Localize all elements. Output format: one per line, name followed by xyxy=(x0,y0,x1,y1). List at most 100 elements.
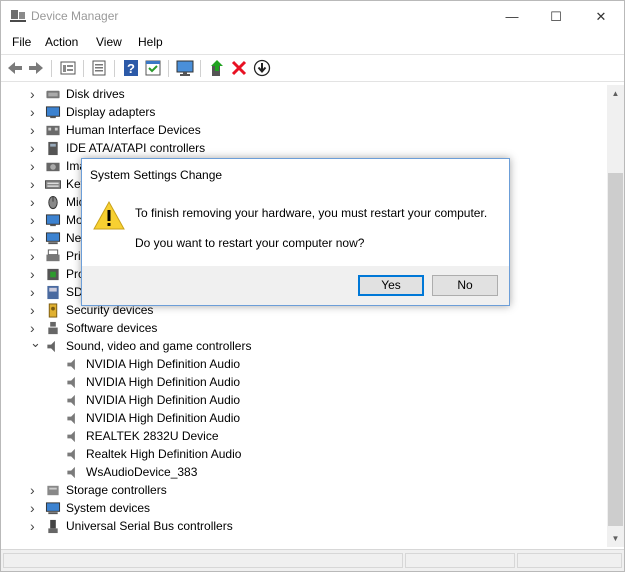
keyboard-icon xyxy=(45,180,61,189)
properties-icon[interactable] xyxy=(59,59,77,77)
dialog-message-restart: To finish removing your hardware, you mu… xyxy=(135,206,488,220)
vertical-scrollbar[interactable]: ▲ ▼ xyxy=(607,85,624,547)
chevron-right-icon[interactable]: › xyxy=(30,158,40,174)
scroll-up-icon[interactable]: ▲ xyxy=(607,85,624,102)
chevron-right-icon[interactable]: › xyxy=(30,284,40,300)
close-button[interactable]: ✕ xyxy=(578,1,624,32)
processor-icon xyxy=(47,268,59,281)
tree-item-label: Universal Serial Bus controllers xyxy=(66,519,233,533)
sd-icon xyxy=(47,285,59,300)
speaker-icon xyxy=(67,466,75,479)
tree-category[interactable]: › Storage controllers xyxy=(1,482,601,500)
storage-icon xyxy=(47,485,59,496)
hid-icon xyxy=(46,125,60,136)
chevron-right-icon[interactable]: › xyxy=(30,104,40,120)
usb-icon xyxy=(48,519,58,534)
menu-view[interactable]: View xyxy=(96,35,122,49)
chevron-right-icon[interactable]: › xyxy=(30,140,40,156)
menu-action[interactable]: Action xyxy=(45,35,78,49)
speaker-icon xyxy=(67,448,75,461)
toolbar-separator xyxy=(51,60,52,77)
dialog-title: System Settings Change xyxy=(90,168,223,182)
help-icon[interactable]: ? xyxy=(122,59,140,77)
update-list-icon[interactable] xyxy=(90,59,108,77)
scroll-down-icon[interactable]: ▼ xyxy=(607,530,624,547)
dialog-button-bar: Yes No xyxy=(82,266,509,305)
chevron-right-icon[interactable]: › xyxy=(30,122,40,138)
tree-item-label: Realtek High Definition Audio xyxy=(86,447,242,461)
update-driver-icon[interactable] xyxy=(253,59,271,77)
status-bar xyxy=(1,549,624,571)
security-icon xyxy=(48,303,58,318)
software-icon xyxy=(48,321,58,335)
tree-item-label: System devices xyxy=(66,501,151,515)
chevron-right-icon[interactable]: › xyxy=(30,320,40,336)
tree-device[interactable]: NVIDIA High Definition Audio xyxy=(1,374,601,392)
title-bar[interactable]: Device Manager — ☐ ✕ xyxy=(1,1,624,32)
forward-icon[interactable] xyxy=(27,59,45,77)
enable-device-icon[interactable] xyxy=(208,59,226,77)
tree-device[interactable]: WsAudioDevice_383 xyxy=(1,464,601,482)
chevron-down-icon[interactable]: ⌄ xyxy=(30,335,41,350)
tree-category[interactable]: › Universal Serial Bus controllers xyxy=(1,518,601,536)
tree-item-label: WsAudioDevice_383 xyxy=(86,465,198,479)
minimize-button[interactable]: — xyxy=(489,1,535,32)
tree-item-label: IDE ATA/ATAPI controllers xyxy=(66,141,206,155)
chevron-right-icon[interactable]: › xyxy=(30,518,40,534)
menu-file[interactable]: File xyxy=(12,35,31,49)
speaker-icon xyxy=(67,394,75,407)
chevron-right-icon[interactable]: › xyxy=(30,230,40,246)
chevron-right-icon[interactable]: › xyxy=(30,302,40,318)
tree-item-label: NVIDIA High Definition Audio xyxy=(86,411,241,425)
tree-category[interactable]: ⌄ Sound, video and game controllers xyxy=(1,335,601,356)
tree-item-label: NVIDIA High Definition Audio xyxy=(86,375,241,389)
ide-icon xyxy=(48,141,58,156)
yes-button[interactable]: Yes xyxy=(358,275,424,296)
toolbar-separator xyxy=(168,60,169,77)
tree-category[interactable]: › Display adapters xyxy=(1,104,601,122)
menu-bar: File Action View Help xyxy=(1,32,624,54)
tree-device[interactable]: NVIDIA High Definition Audio xyxy=(1,410,601,428)
tree-device[interactable]: NVIDIA High Definition Audio xyxy=(1,392,601,410)
tree-item-label: Disk drives xyxy=(66,87,125,101)
sound-icon xyxy=(47,340,55,353)
mouse-icon xyxy=(48,195,58,210)
maximize-button[interactable]: ☐ xyxy=(533,1,579,32)
tree-item-label: Storage controllers xyxy=(66,483,167,497)
system-icon xyxy=(45,502,61,515)
network-icon xyxy=(45,232,61,245)
chevron-right-icon[interactable]: › xyxy=(30,500,40,516)
toolbar: ? xyxy=(1,54,624,82)
no-button[interactable]: No xyxy=(432,275,498,296)
uninstall-icon[interactable] xyxy=(230,59,248,77)
tree-device[interactable]: REALTEK 2832U Device xyxy=(1,428,601,446)
action-list-icon[interactable] xyxy=(144,59,162,77)
display-icon xyxy=(45,106,61,119)
chevron-right-icon[interactable]: › xyxy=(30,212,40,228)
tree-device[interactable]: NVIDIA High Definition Audio xyxy=(1,356,601,374)
menu-help[interactable]: Help xyxy=(138,35,163,49)
tree-item-label: Sound, video and game controllers xyxy=(66,339,252,353)
tree-category[interactable]: › Human Interface Devices xyxy=(1,122,601,140)
print-icon xyxy=(46,249,60,262)
scrollbar-thumb[interactable] xyxy=(608,173,623,526)
chevron-right-icon[interactable]: › xyxy=(30,248,40,264)
chevron-right-icon[interactable]: › xyxy=(30,266,40,282)
tree-category[interactable]: › Software devices xyxy=(1,320,601,338)
chevron-right-icon[interactable]: › xyxy=(30,86,40,102)
disk-icon xyxy=(46,90,60,99)
status-segment xyxy=(405,553,515,568)
chevron-right-icon[interactable]: › xyxy=(30,482,40,498)
system-settings-change-dialog: System Settings Change To finish removin… xyxy=(81,158,510,306)
tree-category[interactable]: › System devices xyxy=(1,500,601,518)
tree-item-label: NVIDIA High Definition Audio xyxy=(86,357,241,371)
back-icon[interactable] xyxy=(6,59,24,77)
scan-hardware-icon[interactable] xyxy=(176,59,194,77)
tree-device[interactable]: Realtek High Definition Audio xyxy=(1,446,601,464)
chevron-right-icon[interactable]: › xyxy=(30,176,40,192)
tree-category[interactable]: › Disk drives xyxy=(1,86,601,104)
status-segment xyxy=(3,553,403,568)
chevron-right-icon[interactable]: › xyxy=(30,194,40,210)
toolbar-separator xyxy=(83,60,84,77)
tree-category[interactable]: › IDE ATA/ATAPI controllers xyxy=(1,140,601,158)
